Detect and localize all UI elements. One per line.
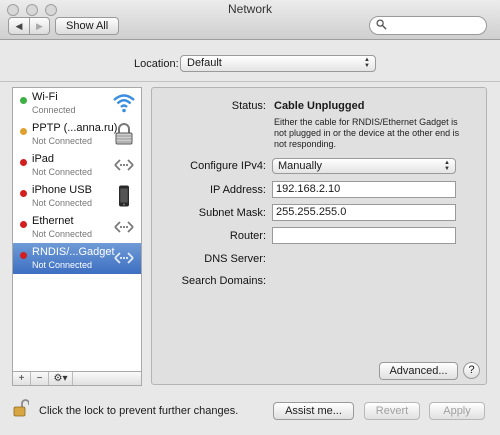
service-item-iphone-usb[interactable]: iPhone USB Not Connected: [13, 181, 141, 212]
ethernet-arrows-icon: [114, 159, 134, 171]
service-status: Not Connected: [32, 198, 93, 208]
select-arrows-icon: ▲ ▼: [364, 57, 370, 69]
subnet-mask-field[interactable]: 255.255.255.0: [272, 204, 456, 221]
subnet-mask-label: Subnet Mask:: [198, 207, 266, 219]
gear-menu-button[interactable]: ⚙▾: [49, 372, 73, 385]
remove-service-button[interactable]: −: [31, 372, 49, 385]
vpn-lock-icon: [115, 123, 133, 145]
back-button[interactable]: ◀: [9, 18, 29, 34]
status-dot: [20, 221, 27, 228]
ip-address-field[interactable]: 192.168.2.10: [272, 181, 456, 198]
status-dot: [20, 159, 27, 166]
configure-ipv4-value: Manually: [278, 160, 323, 172]
status-dot: [20, 190, 27, 197]
search-domains-label: Search Domains:: [181, 275, 266, 287]
lock-message: Click the lock to prevent further change…: [39, 405, 239, 417]
service-status: Not Connected: [32, 167, 93, 177]
service-name: Wi-Fi: [32, 91, 58, 103]
add-service-button[interactable]: +: [13, 372, 31, 385]
status-dot: [20, 252, 27, 259]
service-item-pptp[interactable]: PPTP (...anna.ru) Not Connected: [13, 119, 141, 150]
search-field[interactable]: [369, 16, 487, 35]
service-name: iPad: [32, 153, 55, 165]
service-item-rndis-gadget[interactable]: RNDIS/...Gadget Not Connected: [13, 243, 141, 274]
search-icon: [376, 19, 387, 30]
advanced-button[interactable]: Advanced...: [379, 362, 458, 380]
service-list-toolbar: + − ⚙▾: [12, 371, 142, 386]
help-button[interactable]: ?: [463, 362, 480, 379]
dns-server-label: DNS Server:: [204, 253, 266, 265]
status-dot: [20, 128, 27, 135]
service-name: Ethernet: [32, 215, 74, 227]
service-item-ethernet[interactable]: Ethernet Not Connected: [13, 212, 141, 243]
service-status: Not Connected: [32, 136, 93, 146]
status-dot: [20, 97, 27, 104]
assist-me-button[interactable]: Assist me...: [273, 402, 354, 420]
window-titlebar: Network ◀ ▶ Show All: [0, 0, 500, 40]
service-item-ipad[interactable]: iPad Not Connected: [13, 150, 141, 181]
detail-pane: Status: Cable Unplugged Either the cable…: [151, 87, 487, 385]
service-status: Not Connected: [32, 260, 93, 270]
unlocked-padlock-icon[interactable]: [13, 399, 29, 417]
configure-ipv4-select[interactable]: Manually ▲ ▼: [272, 158, 456, 174]
status-value: Cable Unplugged: [274, 100, 365, 112]
location-select[interactable]: Default ▲ ▼: [180, 55, 376, 72]
service-name: RNDIS/...Gadget: [32, 246, 115, 258]
service-name: PPTP (...anna.ru): [32, 122, 118, 134]
service-status: Connected: [32, 105, 76, 115]
ethernet-arrows-icon: [114, 252, 134, 264]
forward-button[interactable]: ▶: [29, 18, 49, 34]
select-arrows-icon: ▲ ▼: [444, 160, 450, 172]
router-label: Router:: [229, 230, 266, 242]
show-all-button[interactable]: Show All: [55, 17, 120, 35]
service-list: Wi-Fi Connected PPTP (...anna.ru) Not Co…: [12, 87, 142, 372]
window-title: Network: [227, 2, 272, 16]
service-item-wifi[interactable]: Wi-Fi Connected: [13, 88, 141, 119]
configure-ipv4-label: Configure IPv4:: [190, 160, 266, 172]
wifi-icon: [113, 94, 135, 113]
revert-button[interactable]: Revert: [364, 402, 420, 420]
apply-button[interactable]: Apply: [429, 402, 485, 420]
location-label: Location:: [134, 58, 179, 70]
nav-buttons: ◀ ▶: [8, 17, 50, 35]
location-row: Location: Default ▲ ▼: [0, 55, 500, 73]
ethernet-arrows-icon: [114, 221, 134, 233]
status-note: Either the cable for RNDIS/Ethernet Gadg…: [274, 117, 460, 149]
service-name: iPhone USB: [32, 184, 92, 196]
iphone-icon: [119, 185, 129, 207]
service-status: Not Connected: [32, 229, 93, 239]
divider: [0, 81, 500, 82]
ip-address-label: IP Address:: [209, 184, 266, 196]
router-field[interactable]: [272, 227, 456, 244]
location-value: Default: [187, 57, 222, 69]
status-label: Status:: [231, 100, 266, 112]
